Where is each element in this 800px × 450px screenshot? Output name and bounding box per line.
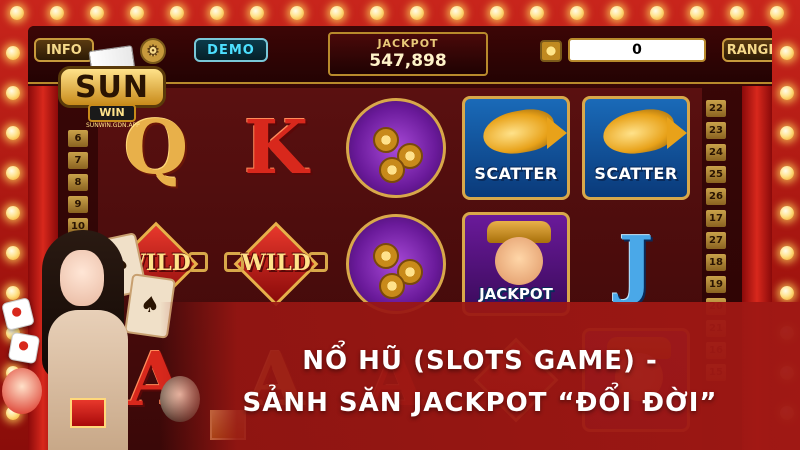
marquee-bulb bbox=[780, 46, 794, 60]
k-letter: K bbox=[243, 105, 309, 191]
coin-icon bbox=[540, 40, 562, 62]
marquee-bulb bbox=[370, 6, 384, 20]
marquee-bulb bbox=[6, 46, 20, 60]
payline-number: 25 bbox=[706, 166, 726, 183]
payline-number: 23 bbox=[706, 122, 726, 139]
marquee-bulb bbox=[450, 6, 464, 20]
scatter-text: SCATTER bbox=[594, 164, 678, 183]
symbol-jackpot: JACKPOT bbox=[462, 212, 570, 316]
coin-icon bbox=[379, 157, 405, 183]
marquee-bulb bbox=[780, 206, 794, 220]
marquee-bulb bbox=[6, 206, 20, 220]
payline-number: 19 bbox=[706, 276, 726, 293]
marquee-bulb bbox=[610, 6, 624, 20]
marquee-bulb bbox=[780, 286, 794, 300]
symbol-scatter: SCATTER bbox=[462, 96, 570, 200]
face-shape bbox=[60, 250, 104, 306]
marquee-bulb bbox=[90, 6, 104, 20]
marquee-bulb bbox=[780, 126, 794, 140]
marquee-bulb bbox=[490, 6, 504, 20]
sunwin-logo: SUN WIN SUNWIN.GDN.APP bbox=[52, 45, 172, 130]
marquee-bulb bbox=[170, 6, 184, 20]
marquee-bulb bbox=[210, 6, 224, 20]
marquee-bulb bbox=[330, 6, 344, 20]
marquee-bulb bbox=[690, 6, 704, 20]
demo-button[interactable]: DEMO bbox=[194, 38, 268, 62]
marquee-bulb bbox=[780, 166, 794, 180]
marquee-bulb bbox=[50, 6, 64, 20]
marquee-bulb bbox=[250, 6, 264, 20]
payline-number: 17 bbox=[706, 210, 726, 227]
symbol-coins bbox=[346, 214, 446, 314]
payline-number: 8 bbox=[68, 174, 88, 191]
coin-icon bbox=[373, 243, 399, 269]
marquee-bulb bbox=[10, 6, 24, 20]
marquee-bulb bbox=[780, 86, 794, 100]
marquee-bulb bbox=[6, 86, 20, 100]
fish-tail-icon bbox=[547, 117, 567, 149]
jackpot-symbol-text: JACKPOT bbox=[479, 285, 553, 303]
marquee-bulb bbox=[410, 6, 424, 20]
symbol-wild: WILD bbox=[222, 212, 330, 316]
title-banner bbox=[160, 302, 800, 450]
scatter-text: SCATTER bbox=[474, 164, 558, 183]
marquee-bulb bbox=[6, 246, 20, 260]
gift-box-icon bbox=[70, 398, 106, 428]
marquee-bulb bbox=[770, 6, 784, 20]
payline-number: 9 bbox=[68, 196, 88, 213]
payline-numbers-left: 6 7 8 9 10 bbox=[68, 130, 90, 240]
symbol-coins bbox=[346, 98, 446, 198]
range-button[interactable]: RANGE bbox=[722, 38, 772, 62]
marquee-bulb bbox=[530, 6, 544, 20]
symbol-j: J bbox=[582, 212, 690, 316]
logo-badge: SUN bbox=[58, 66, 166, 108]
dragon-mascot-icon bbox=[2, 368, 42, 414]
marquee-bulb bbox=[780, 246, 794, 260]
marquee-bulb bbox=[570, 6, 584, 20]
marquee-bulb bbox=[6, 286, 20, 300]
credit-display: 0 bbox=[568, 38, 706, 62]
logo-brand-text: SUN bbox=[74, 69, 150, 105]
marquee-bulb bbox=[290, 6, 304, 20]
payline-number: 18 bbox=[706, 254, 726, 271]
marquee-bulb bbox=[6, 166, 20, 180]
marquee-bulb bbox=[6, 126, 20, 140]
payline-number: 7 bbox=[68, 152, 88, 169]
marquee-bulb bbox=[730, 6, 744, 20]
payline-number: 26 bbox=[706, 188, 726, 205]
jackpot-display: JACKPOT 547,898 bbox=[328, 32, 488, 76]
dice-icon bbox=[7, 331, 41, 365]
coin-icon bbox=[373, 127, 399, 153]
banner-title-line-1: NỔ HŨ (SLOTS GAME) - bbox=[302, 346, 658, 376]
marquee-bulb bbox=[650, 6, 664, 20]
god-of-wealth-icon bbox=[495, 237, 543, 285]
symbol-k: K bbox=[222, 96, 330, 200]
logo-url-text: SUNWIN.GDN.APP bbox=[86, 122, 140, 129]
payline-number: 27 bbox=[706, 232, 726, 249]
fish-tail-icon bbox=[667, 117, 687, 149]
payline-number: 6 bbox=[68, 130, 88, 147]
body-shape bbox=[48, 310, 128, 450]
logo-win-badge: WIN bbox=[88, 104, 136, 122]
coin-icon bbox=[379, 273, 405, 299]
jackpot-value: 547,898 bbox=[369, 51, 447, 71]
payline-number: 22 bbox=[706, 100, 726, 117]
symbol-scatter: SCATTER bbox=[582, 96, 690, 200]
marquee-bulb bbox=[130, 6, 144, 20]
payline-number: 24 bbox=[706, 144, 726, 161]
banner-title-line-2: SẢNH SĂN JACKPOT “ĐỔI ĐỜI” bbox=[242, 388, 718, 418]
jackpot-label: JACKPOT bbox=[377, 37, 439, 50]
wild-text: WILD bbox=[241, 250, 311, 276]
j-letter: J bbox=[618, 221, 654, 307]
